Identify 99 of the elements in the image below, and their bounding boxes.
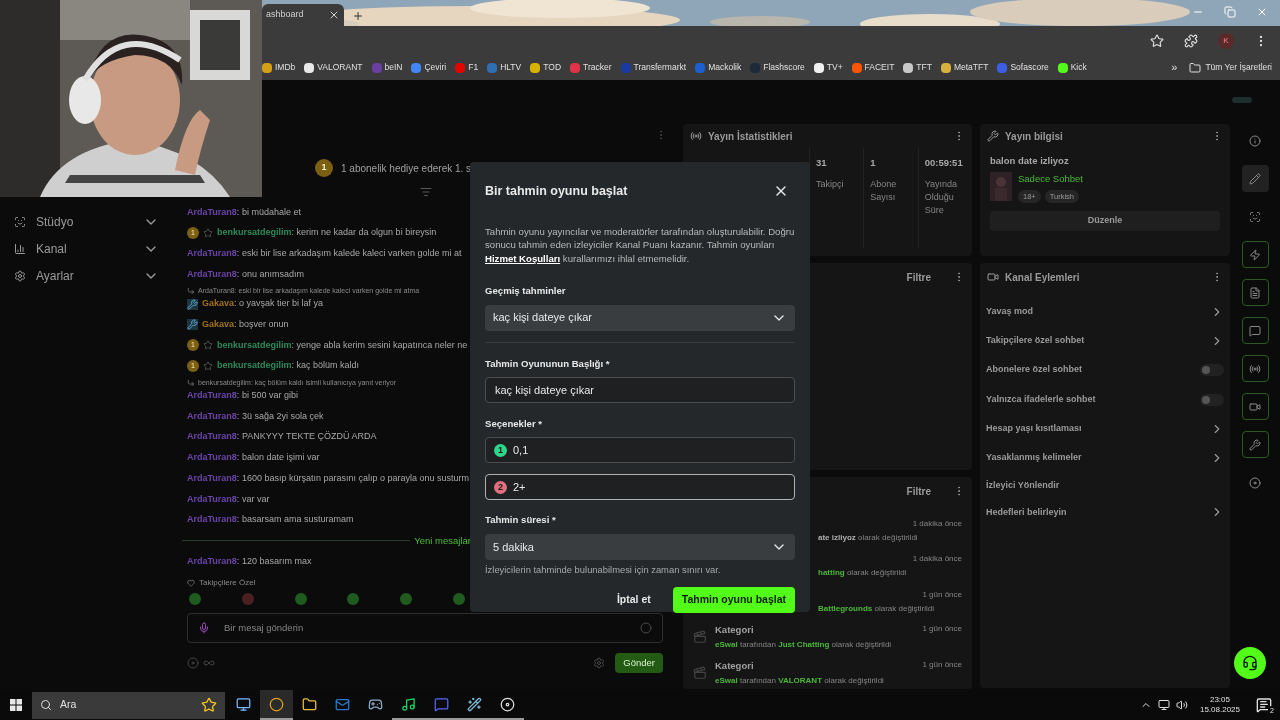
chat-message: ArdaTuran8: 3ü sağa 2yi sola çek — [187, 409, 324, 423]
chat-message: Gakava: boşver onun — [202, 318, 289, 332]
bookmark[interactable]: MetaTFT — [940, 61, 989, 74]
search-field[interactable]: Ara — [32, 691, 225, 719]
channel-action[interactable]: Takipçilere özel sohbet — [986, 326, 1224, 356]
bookmark[interactable]: Transfermarkt — [620, 61, 687, 74]
activity-time: 1 gün önce — [922, 623, 962, 636]
field-label: Geçmiş tahminler — [485, 284, 567, 299]
activity-title: Kategori — [715, 658, 754, 673]
channel-action[interactable]: Yasaklanmış kelimeler — [986, 443, 1224, 473]
bookmark[interactable]: TFT — [903, 61, 932, 74]
field-hint: İzleyicilerin tahminde bulunabilmesi için zaman sınırı var. — [485, 562, 722, 577]
clock-time: 23:05 — [1209, 695, 1230, 705]
channel-action[interactable]: İzleyici Yönlendir — [986, 472, 1224, 498]
category-link[interactable]: Sadece Sohbet — [1018, 172, 1083, 187]
chat-message: ArdaTuran8: eski bir lise arkadaşım kalede kaleci varken golde mi at — [187, 246, 462, 260]
filter-button[interactable]: Filtre — [906, 483, 931, 499]
field-label: Tahmin süresi * — [485, 513, 557, 528]
gift-badge: 1 — [315, 159, 333, 177]
bookmark[interactable]: Sofascore — [997, 61, 1049, 74]
channel-action[interactable]: Hedefleri belirleyin — [986, 497, 1224, 528]
bookmark[interactable]: VALORANT — [304, 61, 363, 74]
bookmark[interactable]: Tracker — [570, 61, 612, 74]
duration-select[interactable]: 5 dakika — [485, 533, 795, 560]
chat-message: ArdaTuran8: basarsam ama susturamam — [187, 513, 354, 527]
stat-label: Abone Sayısı — [870, 178, 898, 205]
bookmark[interactable]: Mackolik — [695, 61, 742, 74]
activity-time: 1 dakika önce — [912, 517, 962, 530]
sidebar-item[interactable]: Kanal — [14, 239, 159, 258]
channel-action[interactable]: Hesap yaşı kısıtlaması — [986, 414, 1224, 444]
bookmark[interactable]: Çeviri — [411, 61, 447, 74]
send-button[interactable]: Gönder — [615, 653, 663, 673]
bookmark[interactable]: Kick — [1057, 61, 1087, 74]
dialog-title: Bir tahmin oyunu başlat — [485, 183, 628, 200]
stat-value: 31 — [816, 156, 828, 170]
chat-message: ArdaTuran8: bi müdahale et — [187, 205, 301, 219]
bookmark[interactable]: F1 — [455, 61, 479, 74]
chat-message: ArdaTuran8: 120 basarım max — [187, 554, 312, 568]
title-input[interactable]: kaç kişi dateye çıkar — [485, 377, 795, 404]
panel-title: Yayın İstatistikleri — [708, 129, 793, 144]
chat-message: benkursatdegilim: yenge abla kerim sesini kapatınca neler ne — [217, 338, 468, 352]
activity-text: hatting olarak değiştirildi — [818, 567, 908, 580]
option-number: 2 — [494, 480, 507, 494]
option-input[interactable]: 1 0,1 — [485, 437, 795, 464]
chat-message: benkursatdegilim: kaç bölüm kaldı — [217, 359, 360, 373]
all-bookmarks-link[interactable]: Tüm Yer İşaretleri — [1189, 61, 1272, 74]
chat-message: ArdaTuran8: var var — [187, 492, 270, 506]
message-input[interactable]: Bir mesaj gönderin — [187, 613, 663, 643]
activity-time: 1 gün önce — [922, 588, 962, 601]
channel-action[interactable]: Yavaş mod — [986, 297, 1224, 327]
chat-message: ArdaTuran8: 1600 basıp kürşatın parasını çalıp o parayla onu susturm — [187, 471, 469, 485]
chat-message: ArdaTuran8: onu anımsadım — [187, 267, 304, 281]
panel-title: Yayın bilgisi — [1005, 129, 1063, 144]
activity-text: eSwal tarafından Just Chatting olarak değiştirildi — [715, 639, 893, 652]
followers-only-label: Takipçilere Özel — [199, 577, 256, 589]
bookmark[interactable]: Flashscore — [750, 61, 805, 74]
activity-time: 1 dakika önce — [912, 553, 962, 566]
bookmark[interactable]: TOD — [530, 61, 562, 74]
chat-message: ArdaTuran8: PANKYYY TEKTE ÇÖZDÜ ARDA — [187, 430, 377, 444]
chat-message: ArdaTuran8: bi 500 var gibi — [187, 389, 298, 403]
stat-label: Takipçi — [816, 178, 845, 192]
panel-title: Kanal Eylemleri — [1005, 270, 1080, 285]
bookmark[interactable]: HLTV — [487, 61, 522, 74]
more-bookmarks-button[interactable]: » — [1171, 59, 1178, 76]
chat-message: ArdaTuran8: balon date işimi var — [187, 451, 320, 465]
past-predictions-select[interactable]: kaç kişi dateye çıkar — [485, 304, 795, 331]
dialog-description: Tahmin oyunu yayıncılar ve moderatörler tarafından oluşturulabilir. Doğru sonucu tahmin eden izleyiciler Kanal Puanı kazanır. Tahmin oyunları Hizmet Koşulları kurallarımızı ihlal etmemelidir. — [485, 224, 795, 266]
field-label: Seçenekler * — [485, 417, 544, 432]
sidebar-item[interactable]: Ayarlar — [14, 266, 159, 285]
terms-link[interactable]: Hizmet Koşulları — [485, 252, 561, 264]
filter-button[interactable]: Filtre — [906, 269, 931, 285]
activity-text: eSwal tarafından VALORANT olarak değiştirildi — [715, 674, 885, 687]
activity-text: ate izliyoz olarak değiştirildi — [818, 531, 919, 544]
edit-button[interactable]: Düzenle — [990, 210, 1220, 231]
chat-message: Gakava: o yavşak tier bi laf ya — [202, 297, 324, 311]
profile-avatar[interactable]: K — [1218, 32, 1234, 49]
field-label: Tahmin Oyununun Başlığı * — [485, 356, 611, 371]
start-prediction-button[interactable]: Tahmin oyunu başlat — [672, 586, 795, 613]
stat-value: 1 — [870, 156, 877, 170]
activity-time: 1 gün önce — [922, 658, 962, 671]
bookmark[interactable]: beIN — [371, 61, 403, 74]
channel-action[interactable]: Yalnızca ifadelerle sohbet — [986, 384, 1224, 415]
activity-text: Battlegrounds olarak değiştirildi — [818, 602, 936, 615]
option-number: 1 — [494, 443, 507, 457]
sidebar-item[interactable]: Stüdyo — [14, 212, 159, 231]
option-input[interactable]: 2 2+ — [485, 474, 795, 501]
chat-message: benkursatdegilim: kerim ne kadar da olgun bi bireysin — [217, 226, 437, 240]
bookmark[interactable]: FACEIT — [851, 61, 895, 74]
stat-label: Yayında Olduğu Süre — [924, 178, 958, 218]
activity-title: Kategori — [715, 623, 754, 638]
clock-date: 15.08.2025 — [1199, 705, 1240, 715]
channel-action[interactable]: Abonelere özel sohbet — [986, 355, 1224, 385]
stream-title: balon date izliyoz — [990, 154, 1070, 168]
bookmark[interactable]: TV+ — [813, 61, 843, 74]
cancel-button[interactable]: İptal et — [616, 592, 651, 608]
new-messages-divider: Yeni mesajlar — [414, 533, 471, 548]
browser-tab[interactable]: ashboard — [262, 4, 344, 26]
stat-value: 00:59:51 — [924, 156, 964, 170]
bookmark[interactable]: IMDb — [262, 61, 296, 74]
